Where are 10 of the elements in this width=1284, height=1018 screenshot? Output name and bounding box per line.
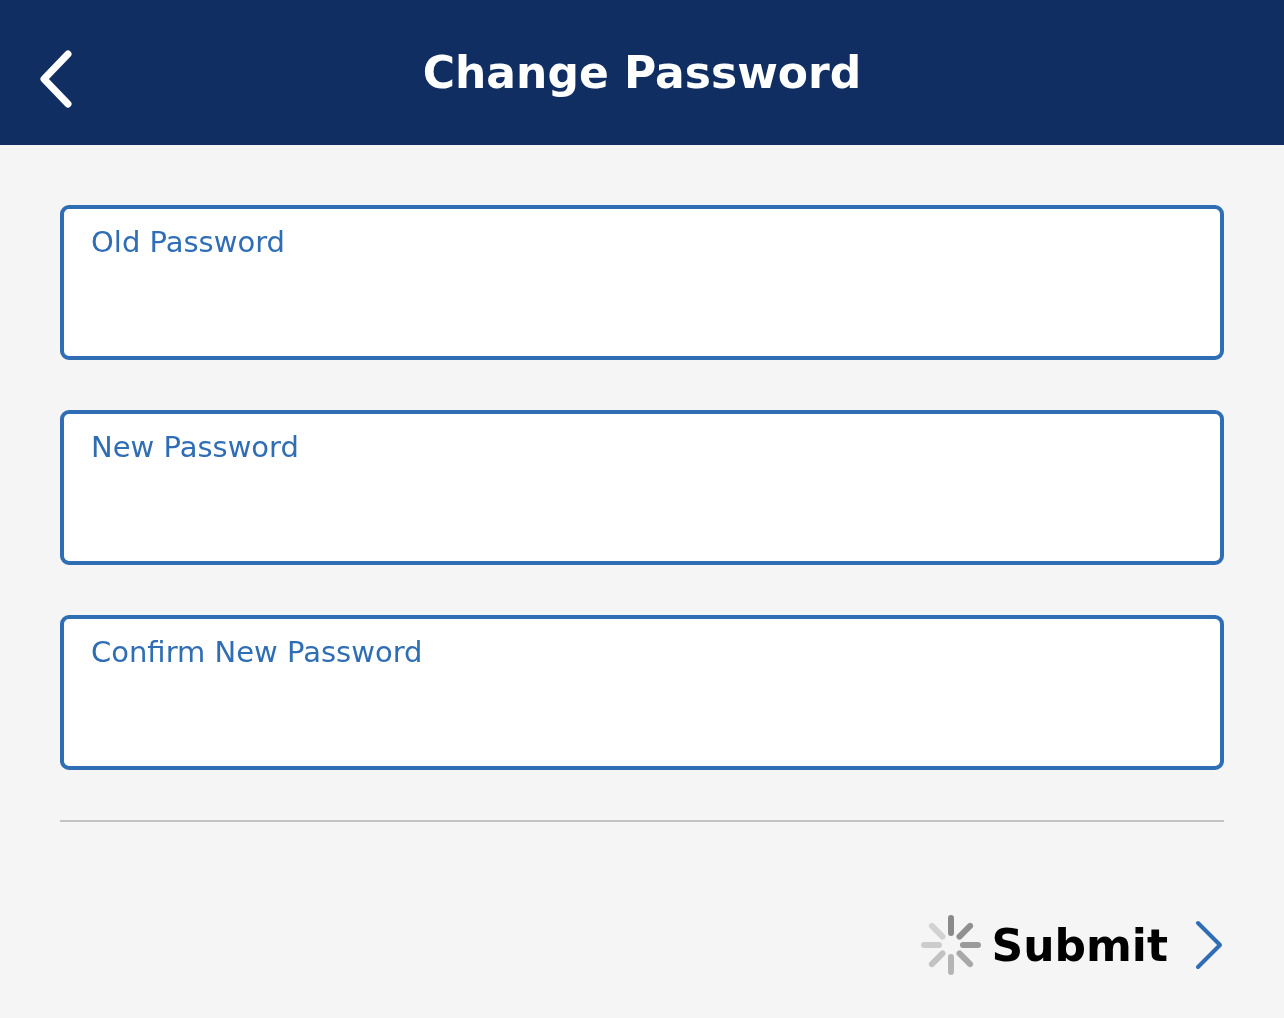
- submit-button[interactable]: Submit: [991, 919, 1224, 971]
- password-field[interactable]: Confirm New Password: [60, 615, 1224, 770]
- field-label: Old Password: [91, 225, 285, 259]
- chevron-icon: [1194, 919, 1224, 971]
- page-title: Change Password: [422, 47, 862, 98]
- password-field[interactable]: New Password: [60, 410, 1224, 565]
- spinner-icon: [919, 914, 982, 976]
- password-field[interactable]: Old Password: [60, 205, 1224, 360]
- field-label: New Password: [91, 430, 299, 464]
- field-label: Confirm New Password: [91, 635, 423, 669]
